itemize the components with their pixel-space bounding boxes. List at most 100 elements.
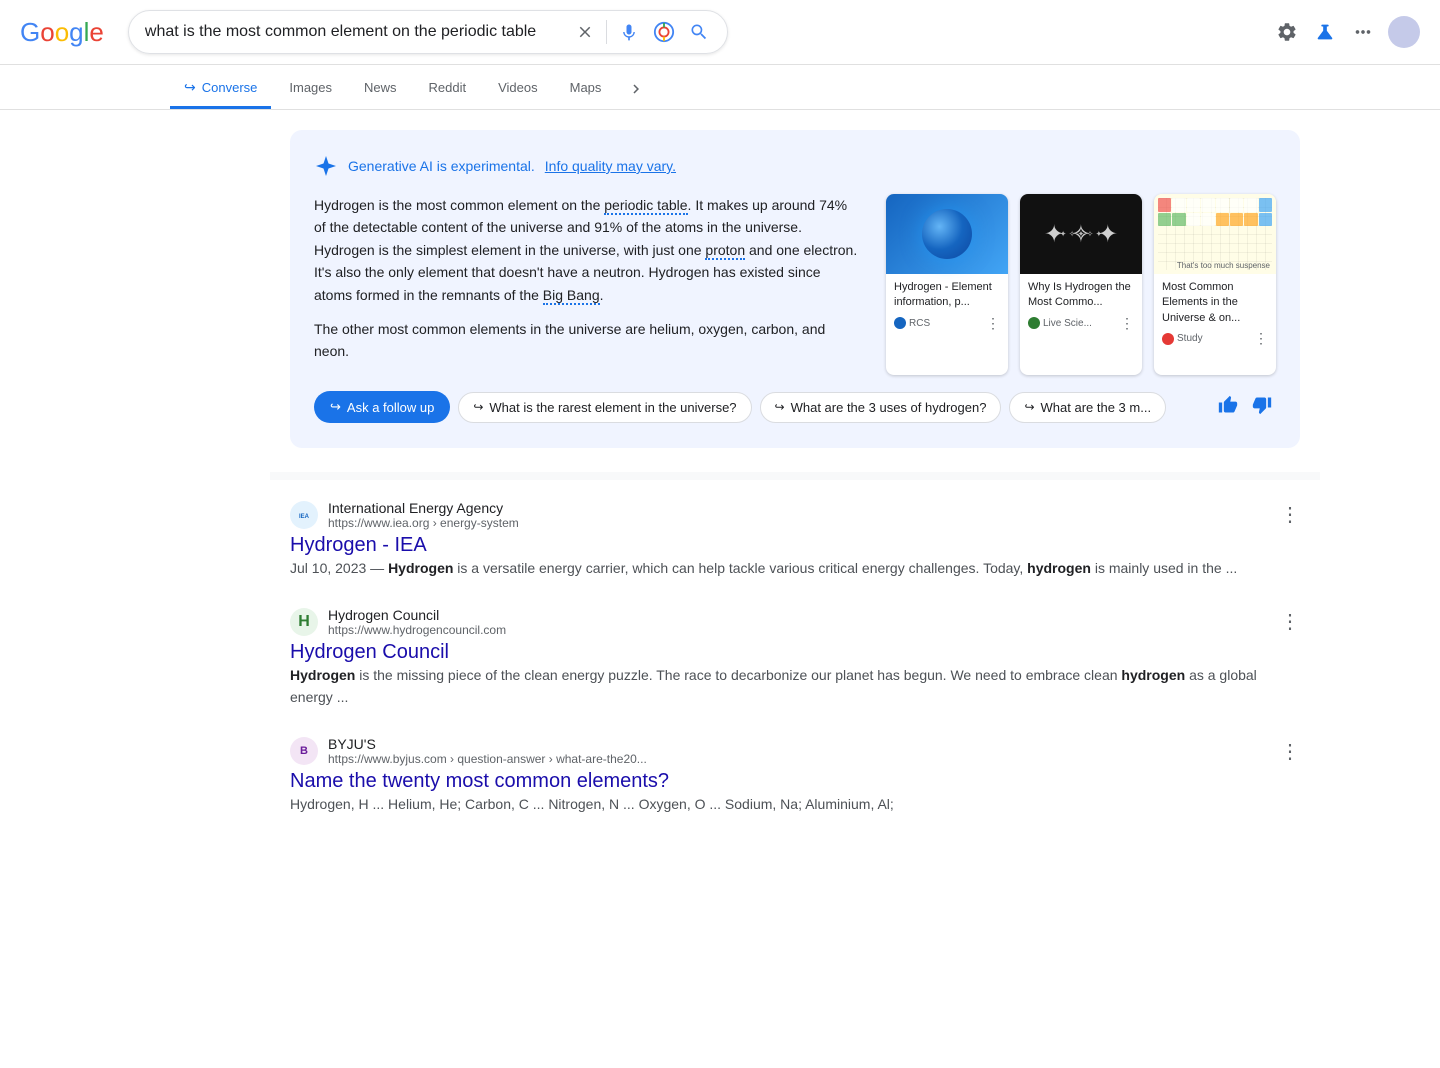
result-site-info-1: International Energy Agency https://www.…	[328, 500, 519, 530]
rcs-icon	[894, 317, 906, 329]
result-url-1: https://www.iea.org › energy-system	[328, 516, 519, 530]
apps-icon	[1352, 21, 1374, 43]
ai-quality-label[interactable]: Info quality may vary.	[545, 158, 676, 174]
tab-reddit[interactable]: Reddit	[415, 70, 481, 108]
ai-paragraph-1: Hydrogen is the most common element on t…	[314, 194, 862, 306]
lens-button[interactable]	[651, 19, 677, 45]
search-button[interactable]	[687, 20, 711, 44]
periodic-table-link[interactable]: periodic table	[604, 197, 687, 215]
chip-arrow-1: ↪	[473, 400, 483, 414]
logo-letter-o1: o	[40, 17, 54, 48]
tab-maps[interactable]: Maps	[556, 70, 616, 108]
settings-button[interactable]	[1274, 19, 1300, 45]
result-menu-1[interactable]: ⋮	[1280, 502, 1300, 527]
search-bar: what is the most common element on the p…	[128, 10, 728, 54]
result-site-name-3: BYJU'S	[328, 736, 647, 752]
chip-arrow-2: ↪	[775, 400, 785, 414]
labs-icon	[1314, 21, 1336, 43]
header: G o o g l e what is the most common elem…	[0, 0, 1440, 65]
tab-converse[interactable]: ↪ Converse	[170, 69, 271, 109]
section-divider	[270, 472, 1320, 480]
ai-image-source-1: RCS ⋮	[894, 315, 1000, 332]
google-logo[interactable]: G o o g l e	[20, 17, 104, 48]
main-content: Generative AI is experimental. Info qual…	[120, 110, 1320, 863]
ai-image-card-3[interactable]: That's too much suspense Most Common Ele…	[1154, 194, 1276, 375]
result-source-3: B BYJU'S https://www.byjus.com › questio…	[290, 736, 1300, 766]
atom-icon	[922, 209, 972, 259]
ai-image-card-2[interactable]: ✦ ✧ ✦ Why Is Hydrogen the Most Commo... …	[1020, 194, 1142, 375]
chevron-right-icon	[627, 80, 645, 98]
converse-icon: ↪	[184, 79, 196, 96]
search-icon	[689, 22, 709, 42]
followup-chip-2[interactable]: ↪ What are the 3 uses of hydrogen?	[760, 392, 1002, 423]
tab-videos-label: Videos	[498, 80, 538, 95]
result-menu-2[interactable]: ⋮	[1280, 609, 1300, 634]
logo-letter-e: e	[89, 17, 103, 48]
mic-button[interactable]	[617, 20, 641, 44]
result-favicon-3: B	[290, 737, 318, 765]
result-bold-4: hydrogen	[1121, 667, 1185, 683]
feedback-buttons	[1214, 391, 1276, 424]
ai-image-title-1: Hydrogen - Element information, p...	[894, 280, 1000, 311]
tab-videos[interactable]: Videos	[484, 70, 552, 108]
ai-source-menu-1[interactable]: ⋮	[986, 315, 1000, 332]
result-menu-3[interactable]: ⋮	[1280, 739, 1300, 764]
big-bang-link[interactable]: Big Bang	[543, 287, 600, 305]
lens-icon	[653, 21, 675, 43]
result-title-2[interactable]: Hydrogen Council	[290, 641, 449, 663]
followup-chip-3[interactable]: ↪ What are the 3 m...	[1009, 392, 1166, 423]
main-column: Generative AI is experimental. Info qual…	[290, 130, 1300, 843]
study-icon	[1162, 333, 1174, 345]
chip-label-3: What are the 3 m...	[1041, 400, 1152, 415]
periodic-caption: That's too much suspense	[1177, 261, 1270, 270]
organic-results: IEA International Energy Agency https://…	[290, 480, 1300, 815]
thumbs-down-button[interactable]	[1248, 391, 1276, 424]
thumbs-down-icon	[1252, 395, 1272, 415]
ai-image-thumb-3: That's too much suspense	[1154, 194, 1276, 274]
apps-button[interactable]	[1350, 19, 1376, 45]
result-title-3[interactable]: Name the twenty most common elements?	[290, 770, 669, 792]
followup-chip-1[interactable]: ↪ What is the rarest element in the univ…	[458, 392, 751, 423]
tab-news[interactable]: News	[350, 70, 411, 108]
result-item-3: B BYJU'S https://www.byjus.com › questio…	[290, 736, 1300, 815]
result-site-info-2: Hydrogen Council https://www.hydrogencou…	[328, 607, 506, 637]
result-favicon-2: H	[290, 608, 318, 636]
result-bold-1: Hydrogen	[388, 560, 453, 576]
result-snippet-1: Jul 10, 2023 — Hydrogen is a versatile e…	[290, 557, 1300, 579]
result-site-name-1: International Energy Agency	[328, 500, 519, 516]
ai-image-source-3: Study ⋮	[1162, 330, 1268, 347]
result-snippet-2: Hydrogen is the missing piece of the cle…	[290, 664, 1300, 708]
divider	[606, 20, 607, 44]
result-source-1: IEA International Energy Agency https://…	[290, 500, 1300, 530]
result-bold-2: hydrogen	[1027, 560, 1091, 576]
result-date-1: Jul 10, 2023 —	[290, 560, 388, 576]
ai-image-card-1[interactable]: Hydrogen - Element information, p... RCS…	[886, 194, 1008, 375]
logo-letter-g2: g	[69, 17, 83, 48]
ask-followup-button[interactable]: ↪ Ask a follow up	[314, 391, 450, 423]
result-source-2: H Hydrogen Council https://www.hydrogenc…	[290, 607, 1300, 637]
chip-label-2: What are the 3 uses of hydrogen?	[791, 400, 987, 415]
result-favicon-1: IEA	[290, 501, 318, 529]
tab-images[interactable]: Images	[275, 70, 346, 108]
ai-images-container: Hydrogen - Element information, p... RCS…	[886, 194, 1276, 375]
ai-source-menu-2[interactable]: ⋮	[1120, 315, 1134, 332]
proton-link[interactable]: proton	[705, 242, 745, 260]
result-url-2: https://www.hydrogencouncil.com	[328, 623, 506, 637]
result-url-3: https://www.byjus.com › question-answer …	[328, 752, 647, 766]
ai-image-meta-2: Why Is Hydrogen the Most Commo... Live S…	[1020, 274, 1142, 338]
result-text-2: is mainly used in the ...	[1091, 560, 1237, 576]
more-tabs-button[interactable]	[619, 72, 653, 106]
thumbs-up-icon	[1218, 395, 1238, 415]
ai-paragraph-2: The other most common elements in the un…	[314, 318, 862, 363]
search-bar-icons	[574, 19, 711, 45]
thumbs-up-button[interactable]	[1214, 391, 1242, 424]
result-title-1[interactable]: Hydrogen - IEA	[290, 534, 427, 556]
search-input[interactable]: what is the most common element on the p…	[145, 23, 566, 41]
avatar[interactable]	[1388, 16, 1420, 48]
ai-source-menu-3[interactable]: ⋮	[1254, 330, 1268, 347]
ai-experimental-label: Generative AI is experimental.	[348, 158, 535, 174]
labs-button[interactable]	[1312, 19, 1338, 45]
result-bold-3: Hydrogen	[290, 667, 355, 683]
clear-icon	[576, 23, 594, 41]
clear-button[interactable]	[574, 21, 596, 43]
